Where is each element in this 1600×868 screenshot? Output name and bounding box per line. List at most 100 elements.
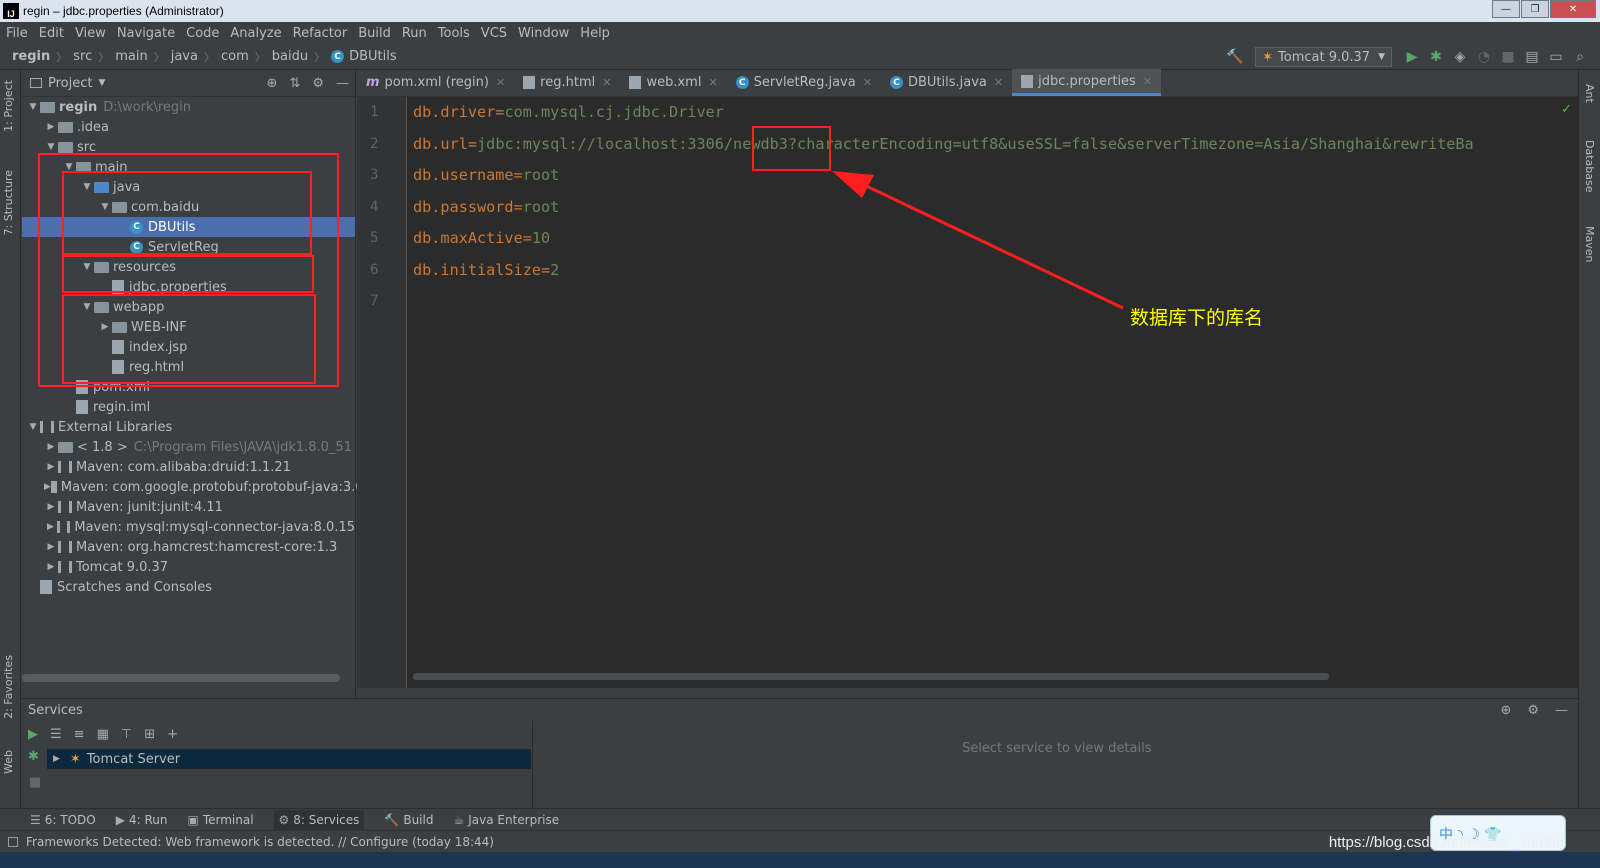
status-message[interactable]: Frameworks Detected: Web framework is de… bbox=[26, 835, 494, 849]
tree-row[interactable]: Scratches and Consoles bbox=[22, 577, 355, 597]
tree-row[interactable]: ▼ regin D:\work\regin bbox=[22, 97, 355, 117]
profile-icon[interactable]: ◔ bbox=[1475, 48, 1493, 66]
tab-ant[interactable]: Ant bbox=[1583, 84, 1596, 103]
hide-panel-icon[interactable]: — bbox=[336, 76, 349, 91]
bottom-tab[interactable]: ☰ 6: TODO bbox=[30, 813, 96, 827]
bottom-tab[interactable]: ▣ Terminal bbox=[187, 813, 253, 827]
menu-view[interactable]: View bbox=[75, 26, 106, 41]
tab-favorites[interactable]: 2: Favorites bbox=[2, 655, 15, 719]
collapsed-arrow-icon[interactable]: ▶ bbox=[44, 482, 51, 492]
code-line[interactable]: db.driver=com.mysql.cj.jdbc.Driver bbox=[413, 97, 1578, 129]
collapsed-arrow-icon[interactable]: ▶ bbox=[44, 442, 58, 452]
services-divider[interactable] bbox=[532, 721, 533, 809]
new-tab-icon[interactable]: ⊞ bbox=[144, 727, 155, 742]
tree-row[interactable]: ▶ Maven: org.hamcrest:hamcrest-core:1.3 bbox=[22, 537, 355, 557]
close-tab-icon[interactable]: ✕ bbox=[496, 76, 505, 89]
gear-icon[interactable]: ⚙ bbox=[312, 76, 324, 91]
code-line[interactable]: db.maxActive=10 bbox=[413, 223, 1578, 255]
collapsed-arrow-icon[interactable]: ▶ bbox=[44, 522, 57, 532]
code-line[interactable]: db.url=jdbc:mysql://localhost:3306/newdb… bbox=[413, 129, 1578, 161]
stop-icon[interactable]: ■ bbox=[1499, 48, 1517, 66]
tab-maven[interactable]: Maven bbox=[1583, 226, 1596, 262]
menu-run[interactable]: Run bbox=[402, 26, 427, 41]
breadcrumb-main[interactable]: main bbox=[115, 49, 147, 64]
close-tab-icon[interactable]: ✕ bbox=[708, 76, 717, 89]
menu-refactor[interactable]: Refactor bbox=[293, 26, 348, 41]
breadcrumb-com[interactable]: com bbox=[221, 49, 249, 64]
breadcrumb-src[interactable]: src bbox=[73, 49, 92, 64]
menu-analyze[interactable]: Analyze bbox=[230, 26, 281, 41]
menu-window[interactable]: Window bbox=[518, 26, 569, 41]
editor-tab[interactable]: C DBUtils.java ✕ bbox=[881, 69, 1012, 96]
editor-tab[interactable]: web.xml ✕ bbox=[620, 69, 726, 96]
close-window-button[interactable]: ✕ bbox=[1550, 0, 1596, 18]
services-tree-item-tomcat[interactable]: ▶ ✶ Tomcat Server bbox=[47, 749, 531, 769]
tree-row[interactable]: ▶ Tomcat 9.0.37 bbox=[22, 557, 355, 577]
tab-web[interactable]: Web bbox=[2, 750, 15, 774]
tree-row[interactable]: ▼ External Libraries bbox=[22, 417, 355, 437]
group-icon[interactable]: ▦ bbox=[97, 727, 109, 742]
tree-row[interactable]: ▶ Maven: junit:junit:4.11 bbox=[22, 497, 355, 517]
minimize-button[interactable]: — bbox=[1492, 0, 1520, 18]
stop-icon[interactable]: ■ bbox=[29, 775, 41, 790]
menu-navigate[interactable]: Navigate bbox=[117, 26, 175, 41]
code-line[interactable]: db.password=root bbox=[413, 192, 1578, 224]
collapsed-arrow-icon[interactable]: ▶ bbox=[44, 502, 58, 512]
menu-edit[interactable]: Edit bbox=[39, 26, 64, 41]
locate-icon[interactable]: ⊕ bbox=[267, 76, 278, 91]
bottom-tab[interactable]: ⚙ 8: Services bbox=[273, 809, 365, 830]
tree-row[interactable]: ▶ < 1.8 > C:\Program Files\JAVA\jdk1.8.0_5… bbox=[22, 437, 355, 457]
menu-file[interactable]: File bbox=[6, 26, 28, 41]
expand-all-icon[interactable]: ☰ bbox=[50, 727, 62, 742]
breadcrumb-regin[interactable]: regin bbox=[12, 49, 50, 64]
filter-icon[interactable]: ⊤ bbox=[121, 727, 132, 742]
target-icon[interactable]: ⊕ bbox=[1500, 703, 1511, 718]
expanded-arrow-icon[interactable]: ▼ bbox=[44, 142, 58, 152]
coverage-icon[interactable]: ◈ bbox=[1451, 48, 1469, 66]
editor-tab[interactable]: reg.html ✕ bbox=[514, 69, 620, 96]
gear-icon[interactable]: ⚙ bbox=[1527, 703, 1539, 718]
code-line[interactable]: db.initialSize=2 bbox=[413, 255, 1578, 287]
add-service-icon[interactable]: + bbox=[167, 727, 178, 742]
hide-panel-icon[interactable]: — bbox=[1555, 703, 1568, 718]
expanded-arrow-icon[interactable]: ▼ bbox=[26, 422, 40, 432]
menu-code[interactable]: Code bbox=[186, 26, 219, 41]
tree-row[interactable]: ▶ .idea bbox=[22, 117, 355, 137]
collapsed-arrow-icon[interactable]: ▶ bbox=[44, 562, 58, 572]
code-line[interactable]: db.username=root bbox=[413, 160, 1578, 192]
editor-tab[interactable]: jdbc.properties ✕ bbox=[1012, 69, 1162, 96]
tab-database[interactable]: Database bbox=[1583, 140, 1596, 193]
bottom-tab[interactable]: ▶ 4: Run bbox=[116, 813, 168, 827]
close-tab-icon[interactable]: ✕ bbox=[1143, 75, 1152, 88]
close-tab-icon[interactable]: ✕ bbox=[602, 76, 611, 89]
breadcrumb-baidu[interactable]: baidu bbox=[272, 49, 308, 64]
debug-icon[interactable]: ✱ bbox=[1427, 48, 1445, 66]
collapsed-arrow-icon[interactable]: ▶ bbox=[44, 462, 58, 472]
collapsed-arrow-icon[interactable]: ▶ bbox=[44, 542, 58, 552]
expand-arrow-icon[interactable]: ▶ bbox=[53, 754, 60, 764]
breadcrumb-java[interactable]: java bbox=[171, 49, 198, 64]
run-icon[interactable]: ▶ bbox=[1403, 48, 1421, 66]
presentation-icon[interactable]: ▭ bbox=[1547, 48, 1565, 66]
project-structure-icon[interactable]: ▤ bbox=[1523, 48, 1541, 66]
project-view-select[interactable]: Project bbox=[48, 76, 92, 91]
editor-horizontal-scrollbar[interactable] bbox=[413, 673, 1329, 680]
collapsed-arrow-icon[interactable]: ▶ bbox=[44, 122, 58, 132]
code-content[interactable]: db.driver=com.mysql.cj.jdbc.Driver db.url… bbox=[413, 97, 1578, 318]
event-log-icon[interactable] bbox=[8, 836, 18, 847]
search-icon[interactable]: ⌕ bbox=[1571, 48, 1589, 66]
maximize-button[interactable]: ❐ bbox=[1521, 0, 1549, 18]
tree-row[interactable]: ▶ Maven: com.alibaba:druid:1.1.21 bbox=[22, 457, 355, 477]
close-tab-icon[interactable]: ✕ bbox=[994, 76, 1003, 89]
editor-tab[interactable]: C ServletReg.java ✕ bbox=[727, 69, 881, 96]
horizontal-scrollbar[interactable] bbox=[22, 674, 340, 682]
menu-tools[interactable]: Tools bbox=[438, 26, 470, 41]
tree-row[interactable]: ▶ Maven: mysql:mysql-connector-java:8.0.1… bbox=[22, 517, 355, 537]
collapse-all-icon[interactable]: ⇅ bbox=[289, 76, 300, 91]
debug-icon[interactable]: ✱ bbox=[28, 749, 39, 764]
chevron-down-icon[interactable]: ▼ bbox=[98, 78, 105, 88]
run-configuration-select[interactable]: ✶ Tomcat 9.0.37 ▼ bbox=[1255, 47, 1392, 67]
expanded-arrow-icon[interactable]: ▼ bbox=[26, 102, 40, 112]
bottom-tab[interactable]: 🔨 Build bbox=[384, 813, 433, 827]
breadcrumb-dbutils[interactable]: C DBUtils bbox=[331, 49, 397, 64]
